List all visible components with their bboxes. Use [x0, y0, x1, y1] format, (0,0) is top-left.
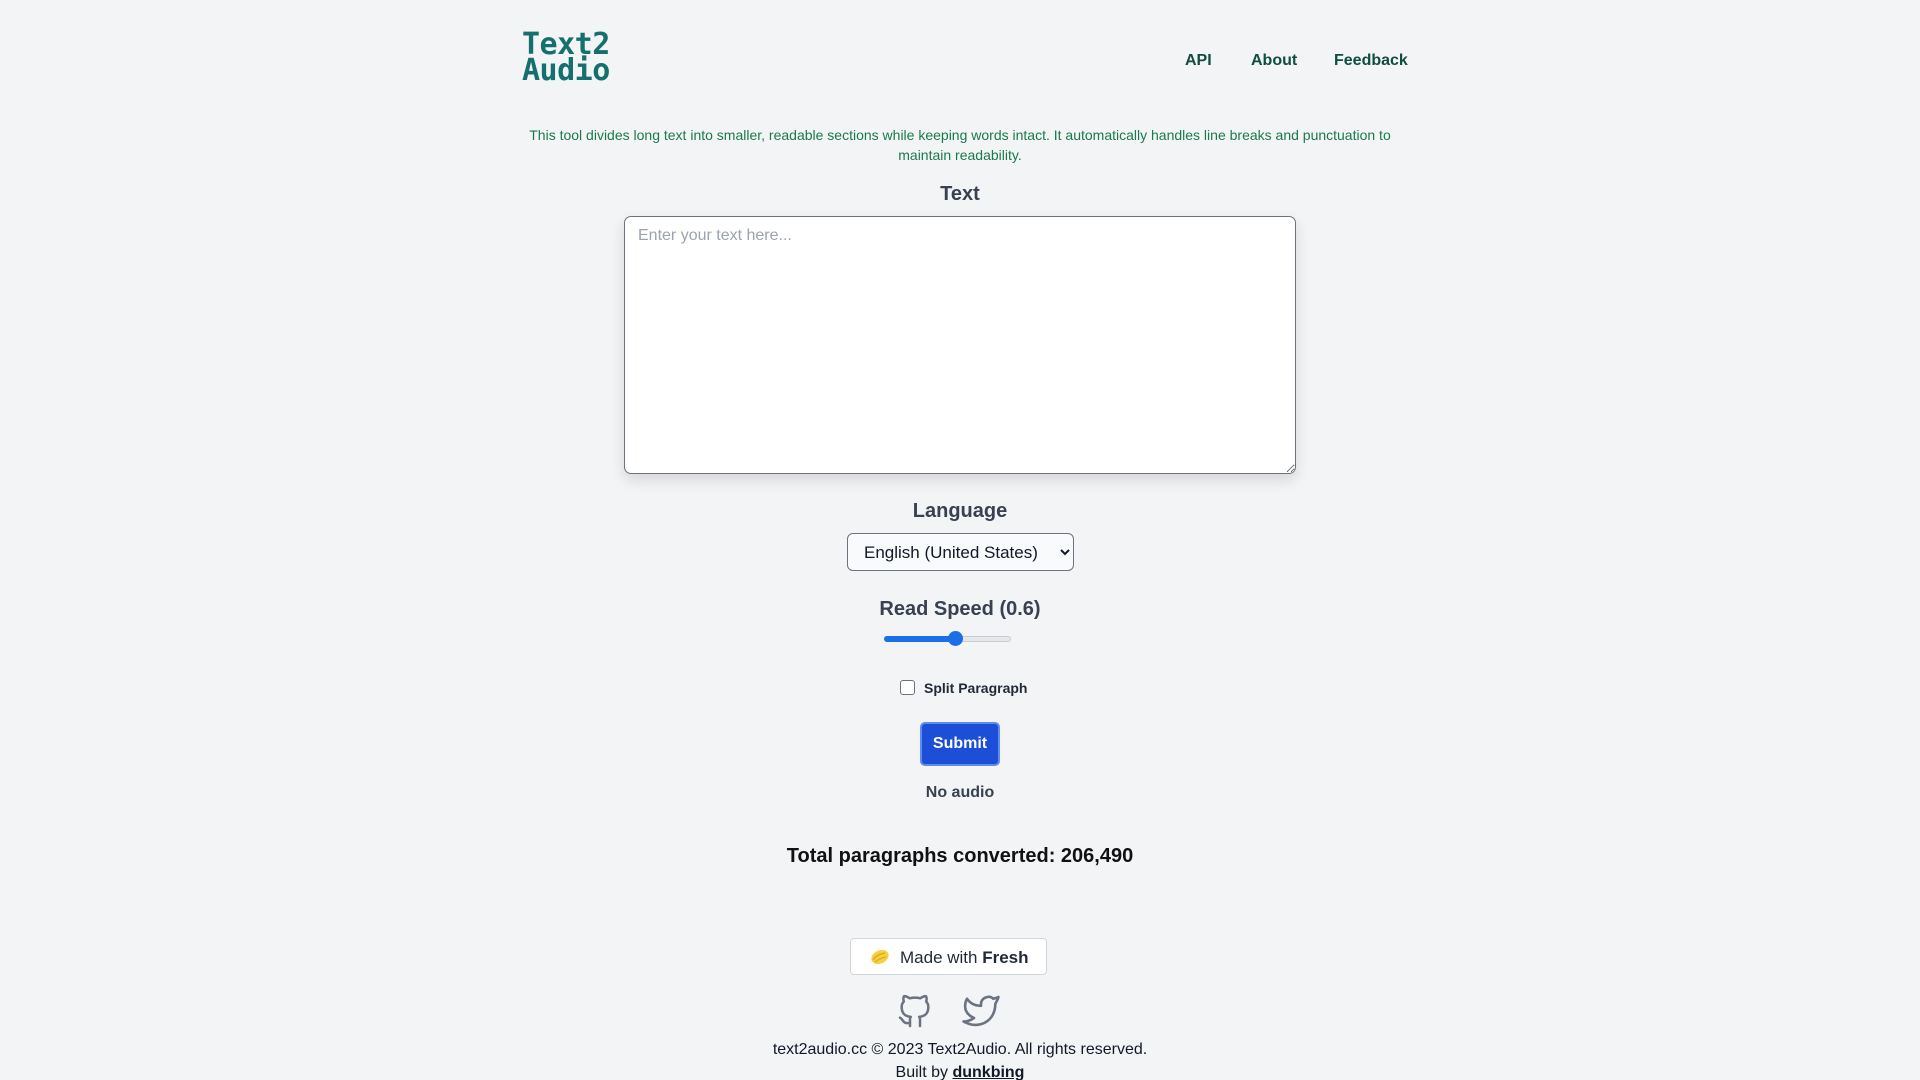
audio-status: No audio: [925, 784, 995, 801]
language-label: Language: [912, 500, 1008, 522]
read-speed-label: Read Speed (0.6): [879, 598, 1041, 620]
text-input[interactable]: [624, 216, 1296, 474]
author-link[interactable]: dunkbing: [952, 1064, 1024, 1080]
github-icon: [898, 994, 930, 1028]
read-speed-slider[interactable]: [884, 631, 1011, 647]
built-by-text: Built by: [895, 1064, 949, 1080]
intro-description: This tool divides long text into smaller…: [529, 127, 1391, 163]
copyright-text: text2audio.cc © 2023 Text2Audio. All rig…: [772, 1041, 1148, 1058]
language-select[interactable]: English (United States): [847, 533, 1074, 571]
total-paragraphs: Total paragraphs converted: 206,490: [786, 845, 1134, 867]
submit-button[interactable]: Submit: [920, 722, 1000, 766]
slider-fill: [884, 636, 955, 642]
nav-link-about[interactable]: About: [1251, 52, 1297, 70]
made-with-text: Made with: [900, 948, 978, 967]
nav-link-api[interactable]: API: [1185, 52, 1212, 70]
text-label: Text: [940, 183, 980, 205]
twitter-icon: [962, 995, 1000, 1027]
lemon-icon: [871, 949, 889, 965]
built-by: Built by dunkbing: [0, 1064, 1920, 1080]
top-nav: API About Feedback: [0, 52, 1920, 72]
split-paragraph-checkbox[interactable]: [900, 680, 915, 695]
split-paragraph-label[interactable]: Split Paragraph: [924, 680, 1027, 696]
twitter-link[interactable]: [958, 990, 1004, 1030]
nav-link-feedback[interactable]: Feedback: [1334, 52, 1408, 70]
made-with-fresh-badge[interactable]: Made with Fresh: [850, 938, 1047, 975]
slider-thumb[interactable]: [948, 631, 963, 646]
fresh-text: Fresh: [982, 948, 1029, 967]
github-link[interactable]: [895, 990, 935, 1030]
page: Text2 Audio API About Feedback This tool…: [0, 0, 1920, 1080]
